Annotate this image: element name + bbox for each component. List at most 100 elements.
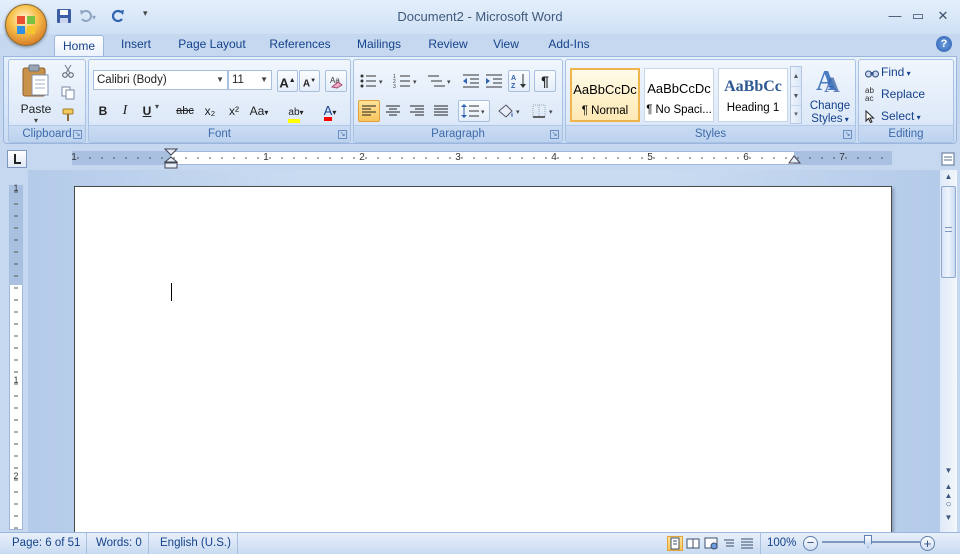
styles-more-icon[interactable]: ▾ xyxy=(791,105,801,123)
right-indent-marker-icon[interactable] xyxy=(788,155,802,165)
tab-view[interactable]: View xyxy=(486,34,526,56)
select-cursor-icon xyxy=(865,106,881,126)
editing-group: Find ▾ ab ac Replace Select ▾ Editing xyxy=(858,59,954,143)
web-layout-icon[interactable] xyxy=(703,536,719,551)
font-size-combo[interactable]: 11 ▼ xyxy=(228,70,272,90)
decrease-indent-button[interactable] xyxy=(460,70,482,92)
bold-button[interactable]: B xyxy=(93,100,113,122)
tab-page-layout[interactable]: Page Layout xyxy=(172,34,252,56)
style-heading-1-sample: AaBbCc xyxy=(724,78,782,95)
status-language[interactable]: English (U.S.) xyxy=(154,533,238,554)
underline-button[interactable]: U xyxy=(139,100,155,122)
help-icon[interactable]: ? xyxy=(936,36,952,52)
font-name-combo[interactable]: Calibri (Body) ▼ xyxy=(93,70,228,90)
tab-insert[interactable]: Insert xyxy=(112,34,160,56)
office-button[interactable] xyxy=(5,4,47,46)
tab-add-ins[interactable]: Add-Ins xyxy=(540,34,598,56)
print-layout-icon[interactable] xyxy=(667,536,683,551)
customize-qat-icon[interactable]: ▾ xyxy=(143,8,148,19)
superscript-button[interactable]: x² xyxy=(223,100,245,122)
numbering-button[interactable]: 1 2 3 ▾ xyxy=(392,70,422,92)
indent-markers-icon[interactable] xyxy=(164,148,178,170)
select-button[interactable]: Select ▾ xyxy=(865,106,921,126)
tab-home[interactable]: Home xyxy=(54,35,104,57)
text-highlight-button[interactable]: ab▾ xyxy=(281,100,311,123)
borders-button[interactable]: ▾ xyxy=(528,100,560,122)
italic-button[interactable]: I xyxy=(115,100,135,122)
undo-icon[interactable]: ▾ xyxy=(78,8,96,26)
paragraph-group: ▾ 1 2 3 ▾ ▾ AZ ¶ ▾ ▾ ▾ Paragraph ↘ xyxy=(353,59,563,143)
view-ruler-icon[interactable] xyxy=(941,151,955,167)
paste-label: Paste xyxy=(20,102,52,116)
highlight-letters: ab xyxy=(288,107,300,123)
previous-page-icon[interactable]: ▲ ▲ xyxy=(940,482,957,500)
minimize-icon[interactable]: — xyxy=(884,6,906,26)
replace-button[interactable]: ab ac Replace xyxy=(865,84,925,104)
outline-view-icon[interactable] xyxy=(721,536,737,551)
paragraph-launcher-icon[interactable]: ↘ xyxy=(550,130,559,139)
clear-formatting-button[interactable]: Aa xyxy=(325,70,347,92)
scroll-up-icon[interactable]: ▲ xyxy=(940,172,957,181)
change-styles-button[interactable]: A A Change Styles ▾ xyxy=(806,62,854,126)
style-no-spacing[interactable]: AaBbCcDc ¶ No Spaci... xyxy=(644,68,714,122)
tab-mailings[interactable]: Mailings xyxy=(350,34,408,56)
font-group: Calibri (Body) ▼ 11 ▼ A▲ A▼ Aa B I U ▾ abc… xyxy=(88,59,351,143)
find-button[interactable]: Find ▾ xyxy=(865,62,911,82)
select-browse-object-icon[interactable]: ○ xyxy=(940,499,957,510)
document-page[interactable] xyxy=(74,186,892,536)
ruler-ticks xyxy=(77,157,883,159)
align-left-button[interactable] xyxy=(358,100,380,122)
styles-group-label: Styles xyxy=(566,125,855,142)
ribbon: Paste ▾ Clipboard ↘ Calibri (Body) ▼ 11 ▼ … xyxy=(3,56,957,144)
styles-scroll-up-icon[interactable]: ▲ xyxy=(791,67,801,86)
increase-indent-button[interactable] xyxy=(483,70,505,92)
cut-icon[interactable] xyxy=(61,64,75,78)
status-words[interactable]: Words: 0 xyxy=(90,533,149,554)
status-page[interactable]: Page: 6 of 51 xyxy=(6,533,88,554)
scrollbar-thumb[interactable] xyxy=(941,186,956,278)
grow-font-button[interactable]: A▲ xyxy=(277,70,298,92)
subscript-button[interactable]: x₂ xyxy=(199,100,221,122)
format-painter-icon[interactable] xyxy=(61,108,77,122)
sort-button[interactable]: AZ xyxy=(508,70,530,92)
style-heading-1[interactable]: AaBbCc Heading 1 xyxy=(718,68,788,122)
full-screen-reading-icon[interactable] xyxy=(685,536,701,551)
zoom-in-icon[interactable]: + xyxy=(920,536,935,551)
strikethrough-button[interactable]: abc xyxy=(173,100,197,122)
justify-button[interactable] xyxy=(430,100,452,122)
next-page-icon[interactable]: ▼ xyxy=(940,513,957,522)
shading-button[interactable]: ▾ xyxy=(494,100,526,122)
line-spacing-button[interactable]: ▾ xyxy=(458,100,490,122)
shrink-font-button[interactable]: A▼ xyxy=(299,70,320,92)
redo-icon[interactable] xyxy=(110,8,128,26)
font-launcher-icon[interactable]: ↘ xyxy=(338,130,347,139)
align-center-button[interactable] xyxy=(382,100,404,122)
align-right-button[interactable] xyxy=(406,100,428,122)
clipboard-launcher-icon[interactable]: ↘ xyxy=(73,130,82,139)
copy-icon[interactable] xyxy=(61,86,75,100)
zoom-out-icon[interactable]: − xyxy=(803,536,818,551)
maximize-icon[interactable]: ▭ xyxy=(907,6,929,26)
change-case-button[interactable]: Aa▾ xyxy=(247,100,271,122)
styles-scroll-down-icon[interactable]: ▼ xyxy=(791,86,801,105)
font-color-button[interactable]: A▾ xyxy=(315,100,345,122)
close-icon[interactable]: ✕ xyxy=(932,6,954,26)
tab-references[interactable]: References xyxy=(262,34,338,56)
show-formatting-button[interactable]: ¶ xyxy=(534,70,556,92)
tab-review[interactable]: Review xyxy=(422,34,474,56)
svg-text:▾: ▾ xyxy=(516,109,520,116)
multilevel-list-button[interactable]: ▾ xyxy=(426,70,456,92)
replace-icon: ab ac xyxy=(865,85,874,103)
underline-dropdown-icon[interactable]: ▾ xyxy=(155,102,159,111)
styles-group: AaBbCcDc ¶ Normal AaBbCcDc ¶ No Spaci...… xyxy=(565,59,856,143)
styles-launcher-icon[interactable]: ↘ xyxy=(843,130,852,139)
status-bar: Page: 6 of 51 Words: 0 English (U.S.) 10… xyxy=(0,532,960,554)
bullets-button[interactable]: ▾ xyxy=(358,70,388,92)
zoom-level[interactable]: 100% xyxy=(760,533,802,554)
save-icon[interactable] xyxy=(56,8,74,26)
tab-selector[interactable] xyxy=(7,150,27,168)
draft-view-icon[interactable] xyxy=(739,536,755,551)
paste-button[interactable]: Paste ▾ xyxy=(15,64,57,125)
style-normal[interactable]: AaBbCcDc ¶ Normal xyxy=(570,68,640,122)
scroll-down-icon[interactable]: ▼ xyxy=(940,466,957,475)
